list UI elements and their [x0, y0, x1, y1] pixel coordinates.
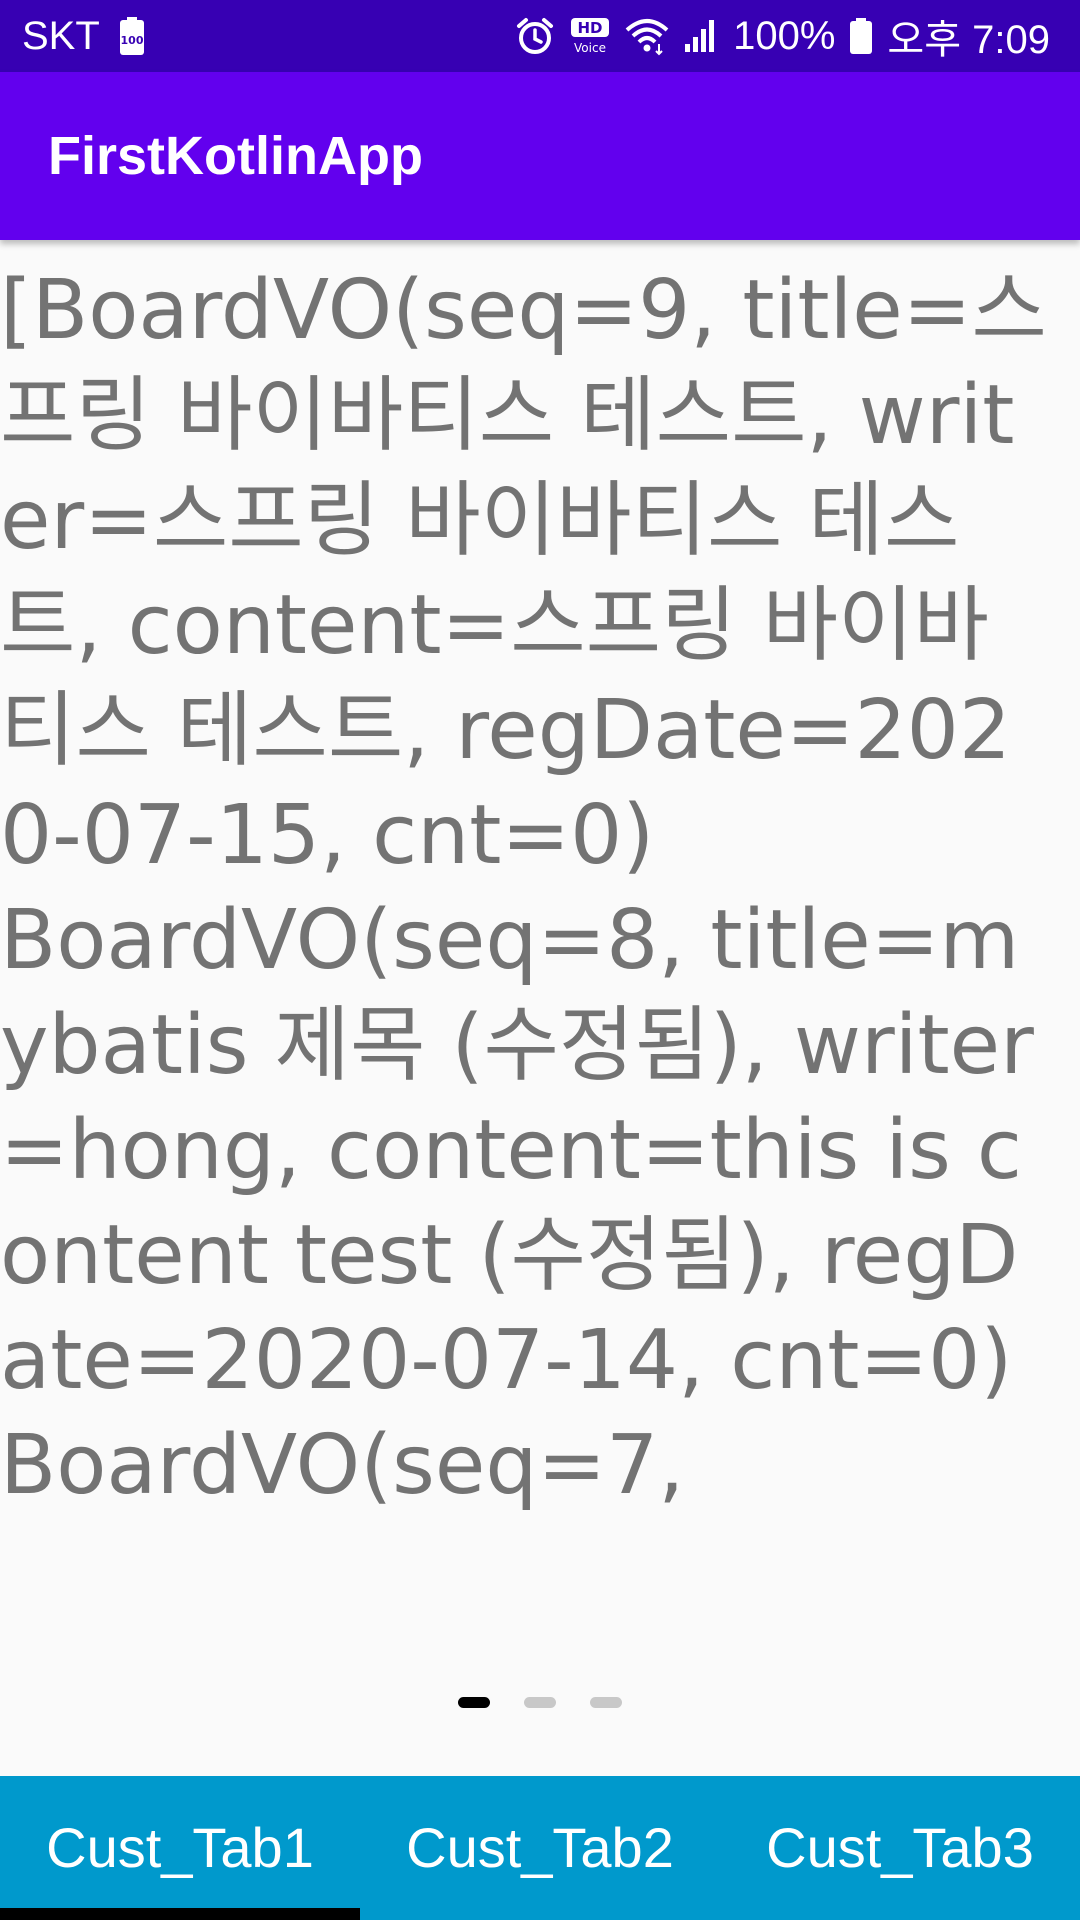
- tab-cust-tab3[interactable]: Cust_Tab3: [720, 1776, 1080, 1920]
- sim-battery-icon: 100: [118, 16, 146, 56]
- hd-badge-label: HD: [578, 19, 603, 37]
- sim-battery-label: 100: [120, 34, 143, 47]
- alarm-icon: [515, 16, 555, 56]
- tab-cust-tab2[interactable]: Cust_Tab2: [360, 1776, 720, 1920]
- battery-percent-label: 100%: [733, 13, 836, 58]
- clock-label: 오후 7:09: [887, 18, 1050, 62]
- signal-icon: [683, 16, 719, 56]
- page-dot-1: [458, 1697, 490, 1708]
- app-title: FirstKotlinApp: [48, 126, 423, 186]
- selected-tab-indicator: [0, 1908, 360, 1920]
- tab-cust-tab1[interactable]: Cust_Tab1: [0, 1776, 360, 1920]
- tab-label: Cust_Tab3: [766, 1816, 1034, 1879]
- hd-voice-icon: HD Voice: [569, 16, 611, 56]
- app-bar: FirstKotlinApp: [0, 72, 1080, 240]
- status-bar: SKT 100 HD Voice 100% 오후 7:09: [0, 0, 1080, 72]
- wifi-icon: [625, 16, 669, 56]
- voice-badge-label: Voice: [574, 41, 606, 55]
- page-dot-2: [524, 1697, 556, 1708]
- carrier-label: SKT: [22, 13, 100, 58]
- board-list-view[interactable]: [BoardVO(seq=9, title=스프링 바이바티스 테스트, wri…: [0, 240, 1080, 1776]
- battery-icon: [849, 16, 873, 56]
- tab-bar: Cust_Tab1 Cust_Tab2 Cust_Tab3: [0, 1776, 1080, 1920]
- board-list-text: [BoardVO(seq=9, title=스프링 바이바티스 테스트, wri…: [0, 263, 1047, 1513]
- tab-label: Cust_Tab1: [46, 1816, 314, 1879]
- status-right: HD Voice 100% 오후 7:09: [515, 0, 1050, 72]
- status-left: SKT 100: [22, 0, 146, 72]
- tab-label: Cust_Tab2: [406, 1816, 674, 1879]
- page-dot-3: [590, 1697, 622, 1708]
- page-indicator: [458, 1697, 622, 1708]
